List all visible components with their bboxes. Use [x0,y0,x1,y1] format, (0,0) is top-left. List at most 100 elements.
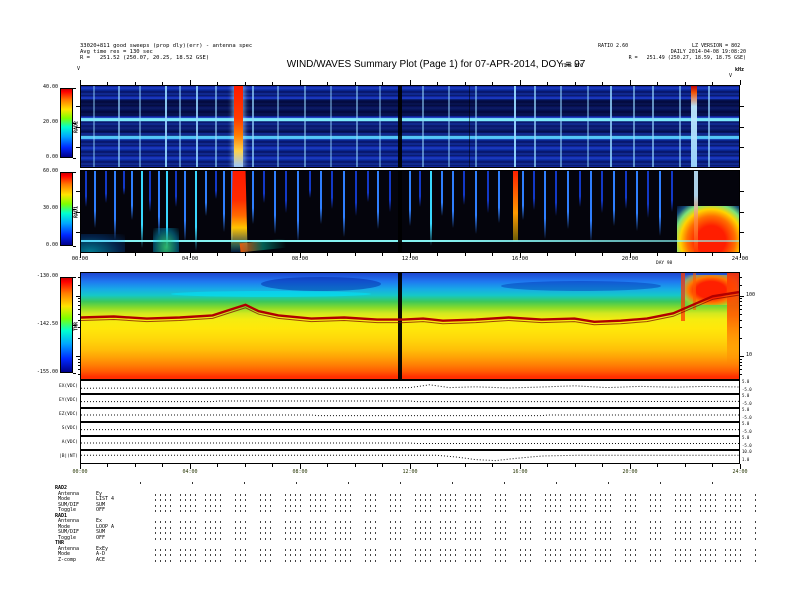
axis-tick [107,82,108,85]
time-tick-label: 08:00 [286,257,314,263]
radio-burst-streak [708,86,710,167]
red-burst [513,171,518,241]
axis-tick [657,464,658,467]
freq-minor-tick [78,285,80,286]
freq-tick [76,356,80,357]
freq-minor-tick [78,314,80,315]
strip-right-tick-bottom: 1.0 [742,458,749,462]
radio-burst-streak [215,171,217,199]
colorbar-tick-label: 30.00 [20,206,58,211]
freq-unit-label: kHz [735,68,744,73]
freq-minor-tick [740,285,742,286]
strip-trace [81,437,739,449]
tnr-spectrogram-panel [80,272,740,380]
radio-burst-streak [139,86,141,167]
radio-burst-streak [422,86,424,167]
freq-minor-tick [78,365,80,366]
axis-tick [547,464,548,467]
radio-burst-streak [625,171,627,209]
radio-burst-streak [309,171,311,198]
plasma-line-plot [81,273,739,379]
axis-tick [245,82,246,85]
radio-burst-streak [367,171,369,202]
axis-tick [327,253,328,256]
axis-tick [410,80,411,85]
bottom-tick-label: 16:00 [506,470,534,475]
radio-burst-streak [590,171,592,242]
status-row-dots [145,560,757,562]
strip-right-tick-top: 5.0 [742,380,749,384]
freq-minor-tick [740,327,742,328]
axis-tick [300,80,301,85]
axis-tick [245,253,246,256]
thin-gap-line [469,86,470,167]
radio-burst-streak [114,171,116,240]
radio-burst-streak [601,171,603,213]
axis-tick [602,253,603,256]
axis-tick [437,464,438,467]
axis-tick [685,464,686,467]
strip-trace [81,395,739,407]
radio-burst-streak [343,171,345,237]
strip-right-tick-top: 10.0 [742,450,752,454]
radio-burst-streak [165,86,167,167]
strip-panel-1 [80,380,740,394]
freq-tick [740,356,744,357]
colorbar-tick-label: -130.00 [20,274,58,279]
radio-burst-streak [223,171,225,232]
time-tick-label: 04:00 [176,257,204,263]
strip-panel-2 [80,394,740,408]
radio-burst-streak [149,171,151,212]
axis-tick [107,253,108,256]
axis-tick [190,80,191,85]
axis-tick [327,82,328,85]
axis-tick [712,253,713,256]
freq-minor-tick [78,305,80,306]
freq-minor-tick [740,298,742,299]
status-row-dots [145,554,757,556]
axis-tick [465,82,466,85]
radio-burst-streak [463,171,465,205]
radio-burst-streak [409,171,411,226]
status-row-dots [145,505,757,507]
status-tick-row [140,482,756,484]
radio-burst-streak [534,86,536,167]
axis-tick [547,82,548,85]
freq-minor-tick [740,362,742,363]
y-minor-tick [76,147,80,148]
freq-minor-tick [78,359,80,360]
radio-burst-streak [184,171,186,242]
freq-minor-tick [78,277,80,278]
intense-type3-burst [234,86,243,167]
y-minor-tick [76,127,80,128]
radio-burst-streak [320,171,322,224]
freq-minor-tick [78,327,80,328]
radio-burst-streak [356,86,358,167]
radio-burst-streak [94,171,96,228]
radio-burst-streak [196,86,198,167]
radio-burst-streak [560,86,562,167]
freq-minor-tick [740,277,742,278]
axis-tick [465,253,466,256]
axis-tick [382,464,383,467]
axis-tick [520,80,521,85]
status-row-value: OFF [96,508,105,513]
axis-tick [575,82,576,85]
status-row-dots [145,521,757,523]
bottom-tick-label: 20:00 [616,470,644,475]
status-row-value: OFF [96,536,105,541]
strip-label: S(VDC) [28,427,78,432]
status-row-dots [145,538,757,540]
freq-minor-tick [740,314,742,315]
rad2-colorbar [60,88,73,158]
strip-right-tick-top: 5.0 [742,408,749,412]
axis-tick [162,464,163,467]
page-title: WIND/WAVES Summary Plot (Page 1) for 07-… [106,60,766,70]
rad1-spectrogram-panel [80,170,740,253]
wind-waves-summary-page: 33020+811 good sweeps (prop dly)(err) - … [0,0,792,612]
axis-tick [217,253,218,256]
axis-tick [135,253,136,256]
panel-name-tnr: TNR [73,272,80,380]
radio-burst-streak [330,86,332,167]
axis-tick [602,464,603,467]
